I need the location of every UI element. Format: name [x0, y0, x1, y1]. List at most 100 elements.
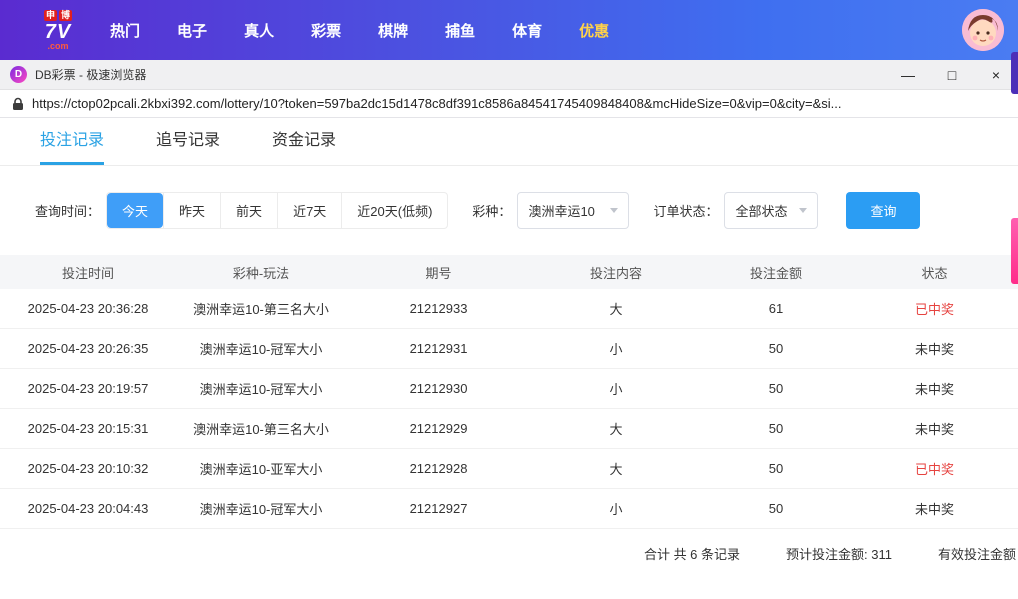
lottery-select-value: 澳洲幸运10	[528, 204, 595, 219]
order-status-select[interactable]: 全部状态	[724, 192, 819, 229]
filter-bar: 查询时间： 今天 昨天 前天 近7天 近20天(低频) 彩种： 澳洲幸运10 订…	[35, 192, 1018, 229]
nav-item-live[interactable]: 真人	[244, 20, 274, 41]
header-game-play: 彩种-玩法	[232, 265, 290, 281]
search-button[interactable]: 查询	[846, 192, 921, 229]
time-option-yesterday[interactable]: 昨天	[163, 193, 220, 228]
window-title: DB彩票 - 极速浏览器	[35, 68, 147, 82]
cell-issue: 21212933	[409, 301, 468, 316]
avatar[interactable]	[962, 9, 1004, 51]
table-row: 2025-04-23 20:04:43 澳洲幸运10-冠军大小 21212927 小 5…	[0, 489, 1018, 529]
footer-expected-amount: 预计投注金额: 311	[786, 547, 892, 562]
table-row: 2025-04-23 20:15:31 澳洲幸运10-第三名大小 21212929 大…	[0, 409, 1018, 449]
table-footer: 合计 共 6 条记录 预计投注金额: 311 有效投注金额	[0, 529, 1018, 563]
header-bet-time: 投注时间	[61, 265, 114, 281]
header-bet-content: 投注内容	[589, 265, 642, 281]
cell-status: 未中奖	[914, 422, 954, 437]
nav-item-lottery[interactable]: 彩票	[311, 20, 341, 41]
table-row: 2025-04-23 20:10:32 澳洲幸运10-亚军大小 21212928 大 5…	[0, 449, 1018, 489]
cell-bet-time: 2025-04-23 20:10:32	[27, 461, 149, 476]
cell-bet-amount: 50	[768, 421, 784, 436]
address-bar[interactable]: https://ctop02pcali.2kbxi392.com/lottery…	[0, 90, 1018, 118]
cell-game-play: 澳洲幸运10-冠军大小	[199, 342, 323, 357]
nav-item-fishing[interactable]: 捕鱼	[445, 20, 475, 41]
cell-issue: 21212928	[409, 461, 468, 476]
footer-total-count: 合计 共 6 条记录	[643, 547, 741, 562]
maximize-button[interactable]: □	[930, 60, 974, 89]
page-content: 投注记录 追号记录 资金记录 查询时间： 今天 昨天 前天 近7天 近20天(低…	[0, 118, 1018, 598]
cell-bet-amount: 50	[768, 461, 784, 476]
cell-issue: 21212931	[409, 341, 468, 356]
cell-bet-content: 大	[609, 422, 623, 437]
cell-bet-time: 2025-04-23 20:15:31	[27, 421, 149, 436]
site-logo[interactable]: 申 博 7V .com	[44, 9, 73, 51]
cell-bet-time: 2025-04-23 20:36:28	[27, 301, 149, 316]
cell-bet-content: 大	[609, 302, 623, 317]
nav-item-hot[interactable]: 热门	[110, 20, 140, 41]
cell-status: 已中奖	[914, 302, 954, 317]
avatar-girl-icon	[962, 9, 1004, 51]
cell-status: 未中奖	[914, 342, 954, 357]
nav-item-slots[interactable]: 电子	[177, 20, 207, 41]
cell-game-play: 澳洲幸运10-第三名大小	[193, 422, 329, 437]
cell-bet-content: 小	[609, 502, 623, 517]
table-row: 2025-04-23 20:19:57 澳洲幸运10-冠军大小 21212930 小 5…	[0, 369, 1018, 409]
edge-floating-widget	[1011, 218, 1018, 284]
cell-issue: 21212930	[409, 381, 468, 396]
cell-bet-content: 大	[609, 462, 623, 477]
logo-sub-text: .com	[47, 40, 69, 51]
nav-item-sports[interactable]: 体育	[512, 20, 542, 41]
browser-titlebar: D DB彩票 - 极速浏览器 — □ ×	[0, 60, 1018, 90]
tab-fund-records[interactable]: 资金记录	[272, 126, 336, 165]
cell-bet-amount: 50	[768, 341, 784, 356]
status-select-value: 全部状态	[735, 204, 788, 219]
header-bet-amount: 投注金额	[749, 265, 802, 281]
cell-bet-amount: 61	[768, 301, 784, 316]
tab-chase-records[interactable]: 追号记录	[156, 126, 220, 165]
logo-chip-2: 博	[59, 9, 73, 21]
logo-chip-1: 申	[44, 9, 58, 21]
table-row: 2025-04-23 20:26:35 澳洲幸运10-冠军大小 21212931 小 5…	[0, 329, 1018, 369]
time-filter-label: 查询时间：	[35, 204, 101, 219]
cell-bet-time: 2025-04-23 20:26:35	[27, 341, 149, 356]
cell-game-play: 澳洲幸运10-冠军大小	[199, 502, 323, 517]
header-issue: 期号	[425, 265, 452, 281]
cell-issue: 21212929	[409, 421, 468, 436]
browser-app-icon: D	[10, 66, 27, 83]
cell-bet-time: 2025-04-23 20:19:57	[27, 381, 149, 396]
time-filter-group: 今天 昨天 前天 近7天 近20天(低频)	[106, 192, 449, 229]
table-row: 2025-04-23 20:36:28 澳洲幸运10-第三名大小 21212933 大…	[0, 289, 1018, 329]
logo-main-text: 7V	[44, 20, 72, 43]
cell-bet-amount: 50	[768, 501, 784, 516]
time-option-7days[interactable]: 近7天	[277, 193, 341, 228]
cell-status: 未中奖	[914, 382, 954, 397]
cell-bet-amount: 50	[768, 381, 784, 396]
record-tabs: 投注记录 追号记录 资金记录	[0, 118, 1018, 166]
browser-window: D DB彩票 - 极速浏览器 — □ × https://ctop02pcali…	[0, 60, 1018, 599]
footer-valid-amount-label: 有效投注金额	[937, 547, 1016, 562]
lottery-select-label: 彩种：	[472, 204, 512, 219]
minimize-button[interactable]: —	[886, 60, 930, 89]
time-option-today[interactable]: 今天	[107, 193, 164, 228]
table-body: 2025-04-23 20:36:28 澳洲幸运10-第三名大小 21212933 大…	[0, 289, 1018, 529]
time-option-daybefore[interactable]: 前天	[220, 193, 277, 228]
cell-bet-content: 小	[609, 342, 623, 357]
site-top-nav: 申 博 7V .com 热门 电子 真人 彩票 棋牌 捕鱼 体育 优惠	[0, 0, 1018, 60]
bet-records-table: 投注时间 彩种-玩法 期号 投注内容 投注金额 状态 2025-04-23 20…	[0, 255, 1018, 529]
cell-game-play: 澳洲幸运10-亚军大小	[199, 462, 323, 477]
cell-status: 未中奖	[914, 502, 954, 517]
edge-floating-widget	[1011, 52, 1018, 94]
cell-status: 已中奖	[914, 462, 954, 477]
header-status: 状态	[921, 265, 948, 281]
table-header-row: 投注时间 彩种-玩法 期号 投注内容 投注金额 状态	[0, 255, 1018, 289]
lottery-select[interactable]: 澳洲幸运10	[517, 192, 630, 229]
lock-icon	[13, 97, 23, 110]
nav-item-cards[interactable]: 棋牌	[378, 20, 408, 41]
tab-bet-records[interactable]: 投注记录	[40, 126, 105, 165]
cell-bet-time: 2025-04-23 20:04:43	[27, 501, 149, 516]
nav-item-promo[interactable]: 优惠	[579, 20, 609, 41]
cell-bet-content: 小	[609, 382, 623, 397]
time-option-20days[interactable]: 近20天(低频)	[341, 193, 447, 228]
cell-game-play: 澳洲幸运10-第三名大小	[193, 302, 329, 317]
cell-issue: 21212927	[409, 501, 468, 516]
url-text[interactable]: https://ctop02pcali.2kbxi392.com/lottery…	[32, 96, 1006, 111]
